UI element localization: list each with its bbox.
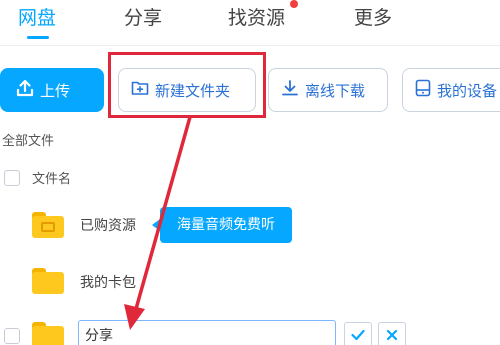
file-list-header: 文件名: [0, 164, 500, 194]
select-all-checkbox[interactable]: [4, 170, 20, 186]
breadcrumb[interactable]: 全部文件: [2, 130, 54, 149]
file-name[interactable]: 已购资源: [80, 215, 136, 235]
tab-more[interactable]: 更多: [354, 4, 392, 36]
new-folder-icon: [32, 322, 64, 345]
tab-cloud-disk[interactable]: 网盘: [18, 4, 56, 36]
tooltip-arrow: [152, 219, 160, 231]
promo-tooltip[interactable]: 海量音频免费听: [160, 207, 292, 243]
file-name[interactable]: 我的卡包: [80, 272, 136, 292]
top-nav: 网盘 分享 找资源 更多: [0, 0, 500, 46]
my-device-button[interactable]: 我的设备: [402, 68, 500, 112]
device-icon: [415, 79, 431, 101]
offline-download-button[interactable]: 离线下载: [268, 68, 388, 112]
upload-icon: [16, 79, 34, 101]
upload-button[interactable]: 上传: [0, 68, 104, 112]
notification-dot: [290, 0, 298, 8]
highlight-annotation-box: [108, 52, 266, 118]
purchased-folder-icon: [32, 212, 64, 238]
row-checkbox[interactable]: [4, 328, 20, 344]
confirm-button[interactable]: [344, 322, 372, 345]
my-device-label: 我的设备: [437, 81, 498, 100]
offline-download-label: 离线下载: [305, 81, 366, 100]
download-icon: [281, 79, 299, 101]
tab-find-resources[interactable]: 找资源: [228, 4, 285, 36]
cancel-button[interactable]: [378, 322, 406, 345]
list-item[interactable]: 我的卡包: [0, 256, 500, 308]
close-icon: [386, 326, 398, 345]
column-filename[interactable]: 文件名: [32, 168, 71, 187]
tab-share[interactable]: 分享: [124, 4, 162, 36]
upload-label: 上传: [40, 81, 71, 100]
rename-input[interactable]: [78, 320, 336, 345]
folder-icon: [32, 268, 64, 294]
active-tab-indicator: [27, 36, 49, 39]
check-icon: [351, 326, 365, 345]
